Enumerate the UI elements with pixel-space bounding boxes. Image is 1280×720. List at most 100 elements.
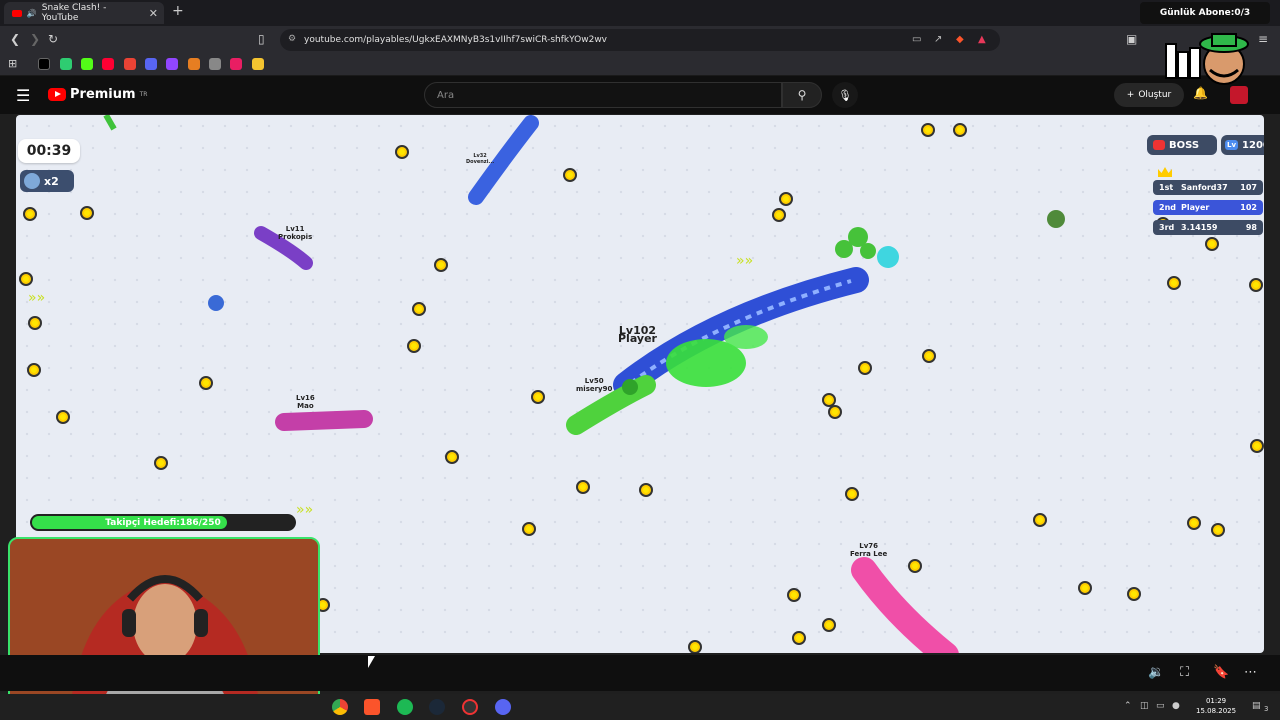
tray-mic-icon[interactable]: ● xyxy=(1172,701,1180,711)
bookmark-icon[interactable] xyxy=(230,58,242,70)
youtube-premium-logo[interactable]: Premium TR xyxy=(48,87,147,102)
pink-snake-ferra-lee xyxy=(851,557,959,653)
coin xyxy=(395,145,409,159)
coin xyxy=(822,618,836,632)
blue-blob xyxy=(208,295,224,311)
person-head xyxy=(133,584,197,664)
system-clock[interactable]: 01:29 15.08.2025 xyxy=(1196,696,1236,716)
spotify-taskbar-icon[interactable] xyxy=(397,699,413,715)
speed-boost-icon: »» xyxy=(296,502,313,518)
subscriber-counter-overlay: Günlük Abone:0/3 xyxy=(1140,2,1270,24)
tray-network-icon[interactable]: ◫ xyxy=(1140,701,1149,711)
bookmark-page-icon[interactable]: ▯ xyxy=(258,32,265,46)
windows-taskbar: ⌃ ◫ ▭ ● 01:29 15.08.2025 ▤ 3 xyxy=(0,694,1280,720)
discord-bookmark-icon[interactable] xyxy=(145,58,157,70)
discord-taskbar-icon[interactable] xyxy=(495,699,511,715)
brave-taskbar-icon[interactable] xyxy=(364,699,380,715)
site-info-icon[interactable]: ⚙ xyxy=(288,34,296,44)
chrome-taskbar-icon[interactable] xyxy=(332,699,348,715)
share-icon[interactable]: ↗ xyxy=(934,34,942,45)
create-label: Oluştur xyxy=(1138,90,1172,100)
speaker-icon[interactable]: 🔊 xyxy=(27,9,37,18)
green-blob xyxy=(1047,210,1065,228)
address-bar[interactable]: ⚙ youtube.com/playables/UgkxEAXMNyB3s1vI… xyxy=(280,29,1000,51)
search-input[interactable]: Ara xyxy=(424,82,782,108)
notifications-icon[interactable]: ▤ xyxy=(1252,701,1261,711)
kick-bookmark-icon[interactable] xyxy=(81,58,93,70)
coin xyxy=(445,450,459,464)
leaderboard-name: Sanford37 xyxy=(1181,183,1228,192)
volume-icon[interactable]: 🔉 xyxy=(1148,665,1164,680)
leaderboard-row: 2nd Player 102 xyxy=(1153,200,1263,215)
leaderboard-row: 3rd 3.14159 98 xyxy=(1153,220,1263,235)
browser-tab[interactable]: 🔊 Snake Clash! - YouTube ✕ xyxy=(4,2,164,24)
save-bookmark-icon[interactable]: 🔖 xyxy=(1213,665,1229,680)
tab-title: Snake Clash! - YouTube xyxy=(41,3,107,23)
back-icon[interactable]: ❮ xyxy=(10,32,20,46)
steam-taskbar-icon[interactable] xyxy=(429,699,445,715)
new-tab-button[interactable]: + xyxy=(172,3,184,19)
bookmark-icon[interactable] xyxy=(60,58,72,70)
plus-icon: + xyxy=(1126,90,1135,100)
logo-text: Premium xyxy=(70,87,136,102)
reload-icon[interactable]: ↻ xyxy=(48,32,58,46)
tray-expand-icon[interactable]: ⌃ xyxy=(1124,701,1132,711)
twitch-bookmark-icon[interactable] xyxy=(166,58,178,70)
logo-region: TR xyxy=(139,91,148,98)
green-splatter xyxy=(724,325,768,349)
leaderboard-name: Player xyxy=(1181,203,1210,212)
more-options-icon[interactable]: ⋯ xyxy=(1244,665,1257,680)
bookmark-icon[interactable] xyxy=(209,58,221,70)
headphone-cup xyxy=(194,609,208,637)
multiplier-value: x2 xyxy=(44,174,59,188)
browser-menu-icon[interactable]: ≡ xyxy=(1258,32,1268,46)
player-snake-label: Lv102 Player xyxy=(618,325,657,345)
youtube-play-icon xyxy=(48,88,66,101)
boss-level-badge: Lv 1200 xyxy=(1221,135,1264,155)
tab-bar: 🔊 Snake Clash! - YouTube ✕ + Günlük Abon… xyxy=(0,0,1280,26)
clock-date: 15.08.2025 xyxy=(1196,707,1237,715)
snake-name: Player xyxy=(618,332,657,345)
cast-icon[interactable]: ▭ xyxy=(912,34,921,45)
fullscreen-icon[interactable]: ⛶ xyxy=(1180,665,1189,680)
bookmark-icon[interactable] xyxy=(188,58,200,70)
sidebar-icon[interactable]: ▣ xyxy=(1126,32,1137,46)
coin xyxy=(154,456,168,470)
coin xyxy=(858,361,872,375)
leaderboard-score: 102 xyxy=(1240,203,1257,212)
multiplier-icon xyxy=(24,173,40,189)
gmail-bookmark-icon[interactable] xyxy=(124,58,136,70)
x-bookmark-icon[interactable] xyxy=(38,58,50,70)
folder-bookmark-icon[interactable] xyxy=(252,58,264,70)
brave-rewards-icon[interactable]: ▲ xyxy=(978,34,986,45)
coin xyxy=(1187,516,1201,530)
close-tab-icon[interactable]: ✕ xyxy=(149,7,158,20)
snake-name: Ferra Lee xyxy=(850,550,888,558)
leaderboard-score: 107 xyxy=(1240,183,1257,192)
coin xyxy=(828,405,842,419)
search-button[interactable]: ⚲ xyxy=(782,82,822,108)
search-icon: ⚲ xyxy=(797,88,807,102)
coin xyxy=(1250,439,1264,453)
tray-display-icon[interactable]: ▭ xyxy=(1156,701,1165,711)
leaderboard-row: 1st Sanford37 107 xyxy=(1153,180,1263,195)
cyan-blob xyxy=(877,246,899,268)
voice-search-button[interactable]: 🎙 xyxy=(832,82,858,108)
forward-icon[interactable]: ❯ xyxy=(30,32,40,46)
coin xyxy=(1211,523,1225,537)
youtube-favicon-icon xyxy=(12,9,22,17)
speed-boost-icon: »» xyxy=(736,253,753,269)
youtube-bookmark-icon[interactable] xyxy=(102,58,114,70)
snake-name: Prokopis xyxy=(278,233,313,241)
mouse-cursor-icon xyxy=(368,656,380,668)
leaderboard-rank: 3rd xyxy=(1159,223,1175,232)
apps-grid-icon[interactable]: ⊞ xyxy=(8,57,17,70)
coin xyxy=(522,522,536,536)
brave-shield-icon[interactable]: ◆ xyxy=(956,34,964,45)
coin xyxy=(921,123,935,137)
follower-goal-progress-bar: Takipçi Hedefi:186/250 xyxy=(30,514,296,531)
coin xyxy=(1205,237,1219,251)
hamburger-menu-icon[interactable]: ☰ xyxy=(16,86,30,105)
snake-label-misery90: Lv50 misery90 xyxy=(576,377,612,393)
obs-taskbar-icon[interactable] xyxy=(462,699,478,715)
